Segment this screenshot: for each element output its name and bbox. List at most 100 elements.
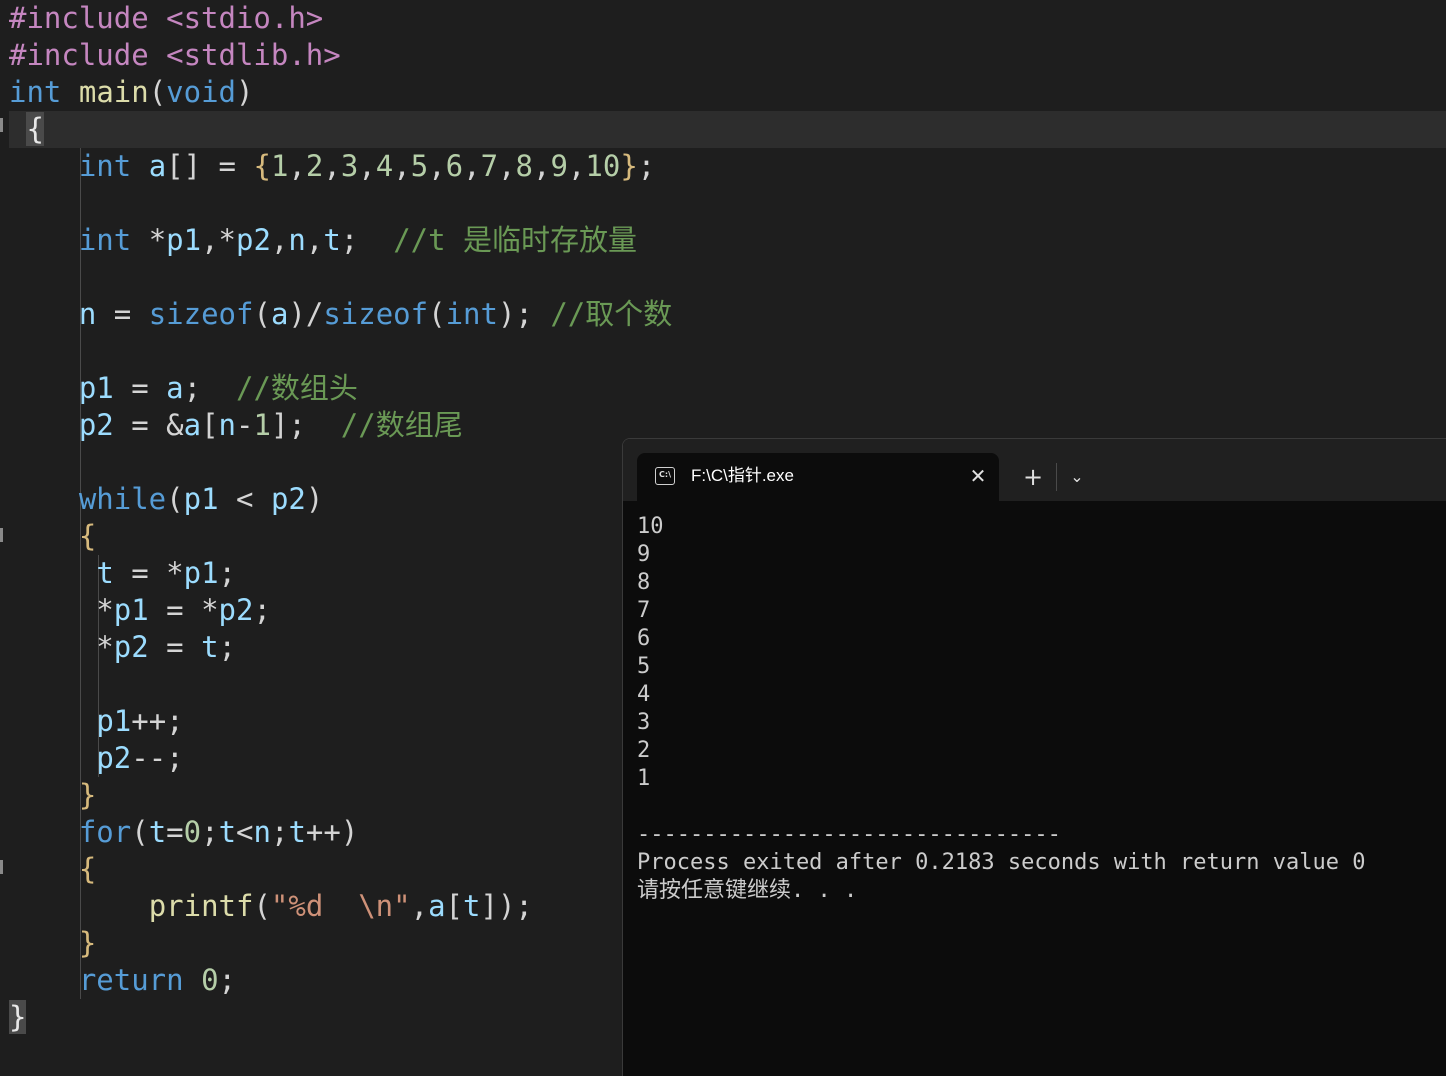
code-token: 0 bbox=[183, 815, 202, 849]
code-token: ( bbox=[428, 297, 446, 331]
code-line[interactable]: p2 = &a[n-1]; //数组尾 bbox=[9, 407, 463, 444]
chevron-down-icon[interactable]: ⌄ bbox=[1063, 461, 1091, 493]
code-token: p2 bbox=[113, 630, 149, 664]
code-token: ) bbox=[305, 482, 324, 516]
code-line[interactable]: int *p1,*p2,n,t; //t 是临时存放量 bbox=[9, 222, 637, 259]
code-token: t bbox=[288, 815, 306, 849]
code-token: a bbox=[428, 889, 446, 923]
code-token: int bbox=[78, 223, 132, 257]
code-token: int bbox=[78, 149, 132, 183]
code-token: = & bbox=[113, 408, 184, 442]
code-line[interactable]: *p1 = *p2; bbox=[9, 592, 271, 629]
code-token: t bbox=[218, 815, 237, 849]
console-line: 7 bbox=[637, 598, 651, 623]
code-line[interactable]: t = *p1; bbox=[9, 555, 236, 592]
code-line[interactable]: { bbox=[9, 518, 96, 555]
code-token: ) bbox=[236, 75, 254, 109]
code-token: p1 bbox=[183, 556, 219, 590]
fold-marker[interactable] bbox=[0, 528, 3, 542]
code-token: ; bbox=[218, 630, 237, 664]
code-token: 9 bbox=[550, 149, 568, 183]
code-token: , bbox=[532, 149, 551, 183]
code-line[interactable]: { bbox=[9, 111, 44, 148]
code-line[interactable]: { bbox=[9, 851, 96, 888]
code-token: printf bbox=[148, 889, 254, 923]
code-line[interactable]: p1++; bbox=[9, 703, 184, 740]
code-token: #include <stdio.h> bbox=[9, 1, 324, 35]
code-token: t bbox=[96, 556, 114, 590]
code-token: //取个数 bbox=[550, 297, 673, 331]
close-tab-button[interactable]: ✕ bbox=[965, 463, 991, 489]
code-line[interactable]: int main(void) bbox=[9, 74, 253, 111]
code-token: = bbox=[166, 815, 184, 849]
code-line[interactable]: p1 = a; //数组头 bbox=[9, 370, 358, 407]
console-line: 8 bbox=[637, 570, 651, 595]
code-line[interactable]: #include <stdlib.h> bbox=[9, 37, 341, 74]
code-token: 10 bbox=[585, 149, 621, 183]
code-token: 8 bbox=[515, 149, 533, 183]
code-token: ( bbox=[148, 75, 167, 109]
code-token: p2 bbox=[218, 593, 254, 627]
fold-marker[interactable] bbox=[0, 118, 3, 132]
terminal-window[interactable]: C:\ F:\C\指针.exe ✕ + ⌄ 10 9 8 7 6 5 4 3 2 1 -------… bbox=[622, 438, 1446, 1076]
code-line[interactable]: } bbox=[9, 777, 96, 814]
code-line[interactable]: while(p1 < p2) bbox=[9, 481, 323, 518]
console-line: 5 bbox=[637, 654, 651, 679]
code-token: , bbox=[358, 149, 376, 183]
terminal-titlebar[interactable]: C:\ F:\C\指针.exe ✕ + ⌄ bbox=[623, 439, 1446, 501]
code-token: , bbox=[270, 223, 289, 257]
code-token: ++; bbox=[131, 704, 184, 738]
code-line[interactable]: return 0; bbox=[9, 962, 236, 999]
code-line[interactable]: #include <stdio.h> bbox=[9, 0, 323, 37]
code-line[interactable]: printf("%d \n",a[t]); bbox=[9, 888, 533, 925]
code-token: while bbox=[78, 482, 167, 516]
code-token: , bbox=[410, 889, 429, 923]
code-token: - bbox=[236, 408, 254, 442]
code-token: { bbox=[253, 149, 271, 183]
code-token: ; bbox=[218, 556, 237, 590]
console-output[interactable]: 10 9 8 7 6 5 4 3 2 1 -----------------------------… bbox=[637, 513, 1437, 905]
code-token: n bbox=[253, 815, 271, 849]
code-token: t bbox=[463, 889, 481, 923]
code-token: void bbox=[166, 75, 237, 109]
code-token: ( bbox=[253, 889, 271, 923]
tab-separator bbox=[1056, 463, 1057, 491]
code-line[interactable]: p2--; bbox=[9, 740, 184, 777]
code-token: ; bbox=[183, 371, 237, 405]
code-line[interactable]: int a[] = {1,2,3,4,5,6,7,8,9,10}; bbox=[9, 148, 655, 185]
code-token: //t 是临时存放量 bbox=[393, 223, 638, 257]
terminal-tab[interactable]: C:\ F:\C\指针.exe ✕ bbox=[637, 453, 999, 501]
code-token: 6 bbox=[445, 149, 464, 183]
code-token: * bbox=[9, 593, 114, 627]
code-token: for bbox=[78, 815, 132, 849]
code-token: , bbox=[305, 223, 324, 257]
code-token: sizeof bbox=[323, 297, 429, 331]
code-token: = * bbox=[113, 556, 184, 590]
code-token: = bbox=[96, 297, 149, 331]
code-line[interactable]: } bbox=[9, 999, 27, 1036]
code-line[interactable]: *p2 = t; bbox=[9, 629, 236, 666]
code-token: p1 bbox=[113, 593, 149, 627]
code-line[interactable]: n = sizeof(a)/sizeof(int); //取个数 bbox=[9, 296, 672, 333]
fold-marker[interactable] bbox=[0, 860, 3, 874]
new-tab-button[interactable]: + bbox=[1017, 461, 1049, 493]
code-token: --; bbox=[131, 741, 184, 775]
console-icon: C:\ bbox=[655, 467, 675, 485]
console-line: 6 bbox=[637, 626, 651, 651]
code-token: t bbox=[323, 223, 341, 257]
code-token: "%d \n" bbox=[270, 889, 411, 923]
code-token: p2 bbox=[96, 741, 132, 775]
code-line[interactable]: } bbox=[9, 925, 96, 962]
code-token: ; bbox=[201, 815, 219, 849]
code-line[interactable]: for(t=0;t<n;t++) bbox=[9, 814, 358, 851]
code-token: , bbox=[463, 149, 481, 183]
code-token: = bbox=[148, 630, 202, 664]
